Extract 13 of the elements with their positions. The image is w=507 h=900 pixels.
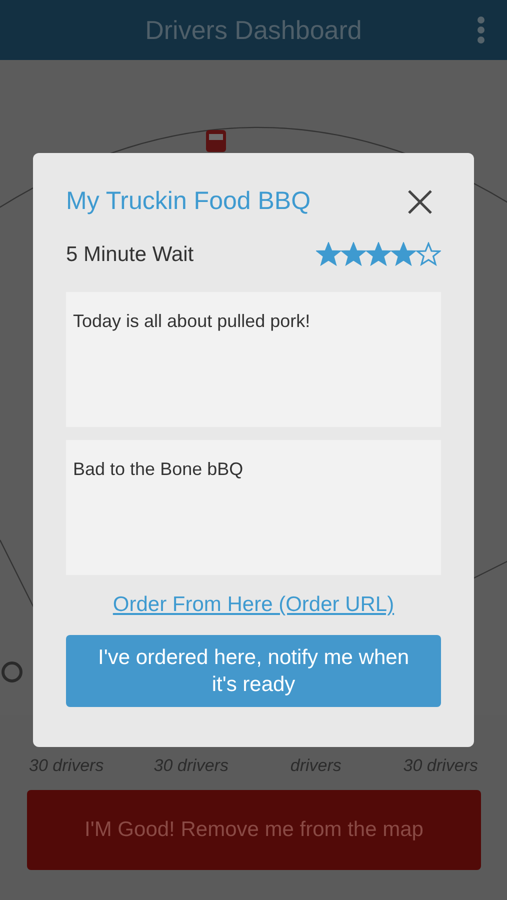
note-box: Bad to the Bone bBQ — [66, 440, 441, 575]
header-title: Drivers Dashboard — [145, 14, 362, 46]
order-link[interactable]: Order From Here (Order URL) — [112, 589, 394, 620]
remove-from-map-button[interactable]: I'M Good! Remove me from the map — [27, 790, 481, 870]
close-icon[interactable] — [407, 188, 433, 215]
wait-time: 5 Minute Wait — [66, 242, 194, 268]
filled-star-icon — [391, 242, 416, 266]
filled-star-icon — [316, 242, 341, 266]
notify-button[interactable]: I've ordered here, notify me when it's ready — [66, 634, 441, 706]
filled-star-icon — [366, 242, 391, 266]
dialog-title: My Truckin Food BBQ — [66, 186, 311, 217]
filled-star-icon — [341, 242, 366, 266]
note-box: Today is all about pulled pork! — [66, 292, 441, 427]
